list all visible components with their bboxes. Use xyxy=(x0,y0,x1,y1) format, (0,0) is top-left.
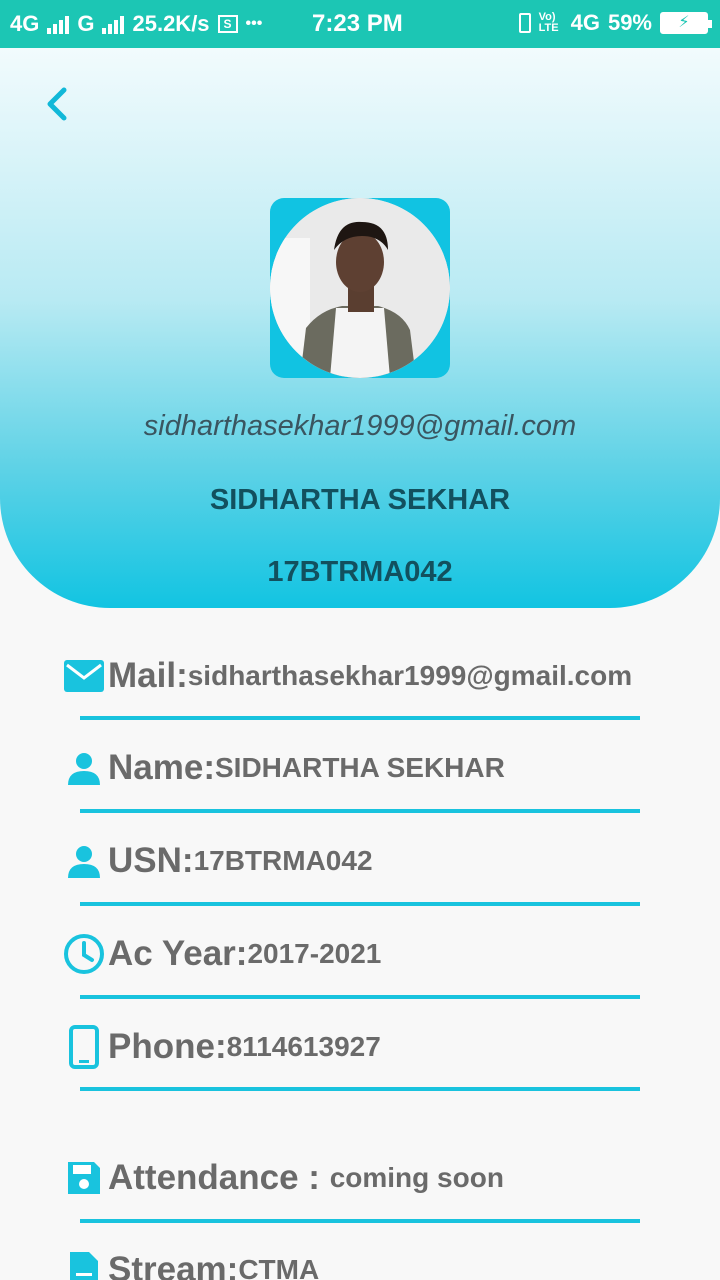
name-label: Name: xyxy=(108,748,215,787)
stream-label: Stream: xyxy=(108,1250,239,1280)
usn-label: USN: xyxy=(108,841,194,880)
volte-label: Vo) LTE xyxy=(538,11,559,34)
attendance-label: Attendance : xyxy=(108,1158,330,1197)
phone-icon xyxy=(62,1025,106,1069)
stream-value: CTMA xyxy=(238,1254,320,1280)
attendance-row: Attendance : coming soon xyxy=(62,1154,702,1202)
mail-label: Mail: xyxy=(108,656,188,695)
phone-label: Phone: xyxy=(108,1027,227,1066)
mail-icon xyxy=(62,654,106,698)
person-icon xyxy=(62,839,106,883)
divider xyxy=(80,995,640,999)
screenshot-icon: S xyxy=(217,15,238,33)
clock: 7:23 PM xyxy=(312,10,403,37)
header-email: sidharthasekhar1999@gmail.com xyxy=(143,410,577,442)
clock-icon xyxy=(62,932,106,976)
ac-year-value: 2017-2021 xyxy=(247,938,382,969)
divider xyxy=(80,716,640,720)
mail-row: Mail: sidharthasekhar1999@gmail.com xyxy=(62,652,702,700)
signal-icon xyxy=(102,14,125,34)
name-value: SIDHARTHA SEKHAR xyxy=(214,752,505,783)
name-row: Name: SIDHARTHA SEKHAR xyxy=(62,744,702,792)
divider xyxy=(80,1087,640,1091)
attendance-value: coming soon xyxy=(329,1162,504,1193)
network-type-1: 4G xyxy=(10,11,40,36)
network-speed: 25.2K/s xyxy=(132,11,210,36)
usn-row: USN: 17BTRMA042 xyxy=(62,837,702,885)
divider xyxy=(80,809,640,813)
usn-value: 17BTRMA042 xyxy=(193,845,373,876)
network-type-3: 4G xyxy=(570,10,600,35)
ac-year-label: Ac Year: xyxy=(108,934,248,973)
header-usn: 17BTRMA042 xyxy=(267,556,453,588)
header-name: SIDHARTHA SEKHAR xyxy=(209,484,511,516)
vibrate-icon xyxy=(518,13,531,33)
profile-photo xyxy=(270,198,450,378)
document-icon xyxy=(62,1248,106,1280)
status-bar: 4G G 25.2K/s S ••• 7:23 PM Vo) LTE 4G 59… xyxy=(0,0,720,48)
person-icon xyxy=(62,746,106,790)
phone-row: Phone: 8114613927 xyxy=(62,1023,702,1071)
divider xyxy=(80,1219,640,1223)
avatar[interactable] xyxy=(270,198,450,378)
save-icon xyxy=(62,1156,106,1200)
avatar-frame xyxy=(270,198,450,378)
back-button[interactable] xyxy=(38,86,74,122)
network-type-2: G xyxy=(77,11,95,36)
battery-percent: 59% xyxy=(607,10,652,35)
phone-value: 8114613927 xyxy=(226,1031,381,1062)
chevron-left-icon xyxy=(47,87,67,121)
more-notifications: ••• xyxy=(245,15,263,32)
divider xyxy=(80,902,640,906)
ac-year-row: Ac Year: 2017-2021 xyxy=(62,930,702,978)
signal-icon xyxy=(47,14,70,34)
battery-icon: ⚡ xyxy=(660,12,712,34)
mail-value: sidharthasekhar1999@gmail.com xyxy=(187,660,633,691)
stream-row: Stream: CTMA xyxy=(62,1246,702,1280)
